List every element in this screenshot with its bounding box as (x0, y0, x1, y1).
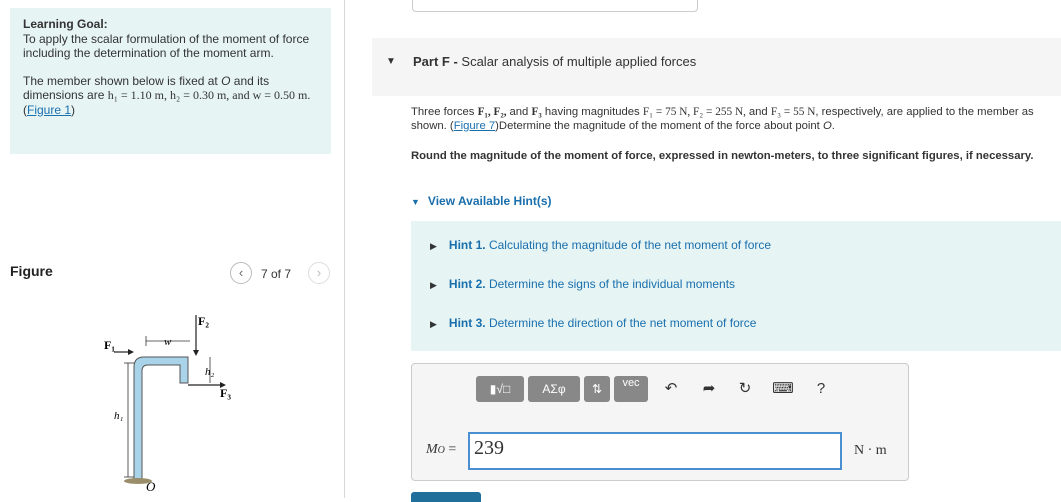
previous-answer-box (412, 0, 698, 12)
part-letter: Part F - (413, 54, 462, 69)
learning-goal-title: Learning Goal: (23, 17, 108, 31)
reset-icon[interactable]: ↻ (734, 378, 756, 400)
answer-input[interactable]: 239 (468, 432, 842, 470)
problem-text: and (748, 106, 771, 118)
part-title-text: Scalar analysis of multiple applied forc… (461, 54, 697, 69)
f3-label: F₃ (220, 386, 231, 400)
problem-text: )Determine the magnitude of the moment o… (495, 119, 823, 132)
figure-1-link[interactable]: Figure 1 (27, 103, 71, 117)
h1-label: h₁ (114, 410, 124, 422)
member-shape (133, 356, 189, 481)
problem-text: . (831, 119, 835, 132)
force-3-symbol: F₃ (531, 106, 542, 118)
moment-subscript: O (437, 445, 445, 456)
hint-1[interactable]: ▶ Hint 1. Calculating the magnitude of th… (430, 238, 771, 252)
hints-panel: ▶ Hint 1. Calculating the magnitude of th… (411, 221, 1061, 351)
chevron-left-icon: ‹ (238, 265, 244, 280)
view-hints-label: View Available Hint(s) (427, 194, 552, 208)
expand-triangle-icon: ▶ (430, 241, 437, 251)
collapse-triangle-icon: ▼ (386, 56, 396, 67)
learning-goal-text: To apply the scalar formulation of the m… (23, 31, 310, 61)
figure-title: Figure (10, 263, 53, 279)
force-magnitudes: F₁ = 75 N, F₂ = 255 N, (642, 106, 749, 118)
answer-area: ▮√□ ΑΣφ ⇅ vec ↶ ➦ ↻ ⌨ ? MO = 239 N · m (411, 363, 909, 481)
collapse-triangle-icon: ▼ (411, 197, 420, 207)
hint-text: Determine the signs of the individual mo… (488, 277, 736, 291)
figure-7-link[interactable]: Figure 7 (454, 120, 495, 132)
equals-sign: = (444, 442, 457, 457)
vector-button[interactable]: vec (614, 376, 648, 402)
templates-button[interactable]: ▮√□ (476, 376, 524, 402)
problem-statement: Three forces F₁, F₂, and F₃ having magni… (411, 106, 1056, 133)
unit-label: N · m (854, 443, 887, 458)
problem-text: and (509, 106, 532, 118)
member-dimensions: h₁ = 1.10 m, h₂ = 0.30 m, and w = 0.50 m… (107, 88, 311, 102)
f2-label: F₂ (198, 314, 209, 328)
w-label: w (164, 336, 172, 348)
hint-number: Hint 1. (448, 238, 486, 252)
moment-symbol: M (426, 442, 438, 457)
expand-triangle-icon: ▶ (430, 319, 437, 329)
greek-symbols-button[interactable]: ΑΣφ (528, 376, 580, 402)
part-f-header[interactable]: ▼ Part F - Scalar analysis of multiple a… (372, 38, 1061, 96)
figure-count: 7 of 7 (261, 267, 292, 281)
redo-icon[interactable]: ➦ (698, 378, 720, 400)
h2-label: h₂ (205, 366, 215, 378)
hint-number: Hint 2. (448, 277, 486, 291)
member-description: The member shown below is fixed at O and… (23, 73, 311, 117)
hint-number: Hint 3. (448, 316, 486, 330)
expand-triangle-icon: ▶ (430, 280, 437, 290)
part-title: Part F - Scalar analysis of multiple app… (413, 54, 696, 69)
problem-text: having magnitudes (541, 106, 643, 118)
left-panel: Learning Goal: To apply the scalar formu… (0, 0, 345, 498)
problem-text: Three forces (411, 106, 478, 118)
hint-text: Calculating the magnitude of the net mom… (488, 238, 772, 252)
keyboard-icon[interactable]: ⌨ (772, 378, 794, 400)
next-figure-button[interactable]: › (308, 262, 330, 284)
previous-figure-button[interactable]: ‹ (230, 262, 252, 284)
hint-2[interactable]: ▶ Hint 2. Determine the signs of the indi… (430, 277, 735, 291)
undo-icon[interactable]: ↶ (660, 378, 682, 400)
moment-label: MO = (426, 442, 456, 458)
forces-symbols: F₁, F₂, (477, 106, 510, 118)
f1-label: F₁ (104, 338, 115, 352)
figure-header: Figure ‹ 7 of 7 › (10, 262, 330, 286)
hint-text: Determine the direction of the net momen… (488, 316, 757, 330)
submit-button[interactable] (411, 492, 481, 502)
learning-goal-box: Learning Goal: To apply the scalar formu… (10, 8, 331, 154)
hint-3[interactable]: ▶ Hint 3. Determine the direction of the … (430, 316, 756, 330)
point-o: O (822, 119, 832, 132)
arrows-button[interactable]: ⇅ (584, 376, 610, 402)
help-icon[interactable]: ? (810, 378, 832, 400)
chevron-right-icon: › (316, 265, 322, 280)
member-figure: F₁ F₂ F₃ w h₂ h₁ O (104, 314, 231, 494)
point-o-label: O (146, 479, 156, 494)
view-hints-toggle[interactable]: ▼ View Available Hint(s) (411, 194, 552, 208)
member-text-pre: The member shown below is fixed at (23, 73, 222, 88)
rounding-instruction: Round the magnitude of the moment of for… (411, 150, 1034, 162)
force-3-magnitude: F₃ = 55 N (770, 106, 816, 118)
